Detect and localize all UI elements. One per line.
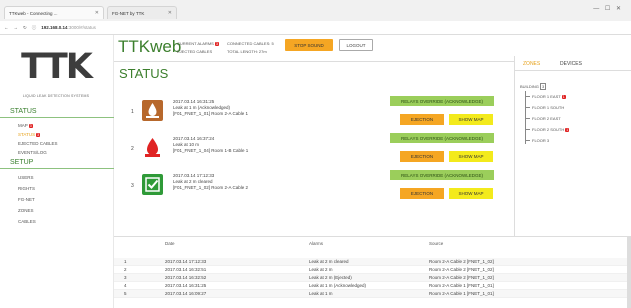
- alarm-badge: 1: [561, 95, 566, 99]
- tree-branch: [525, 129, 530, 130]
- page-title: STATUS: [119, 66, 169, 81]
- tree-item-floor[interactable]: FLOOR 2 EAST: [532, 116, 561, 121]
- zones-tabs: ZONES DEVICES: [515, 56, 631, 71]
- alarm-number: 1: [131, 109, 134, 115]
- sidebar-item-fgnet[interactable]: FG-NET: [18, 197, 35, 202]
- table-row[interactable]: 3 2017.03.14 16:32:52 Leak at 2 m (Ejected…: [114, 274, 631, 282]
- ejected-cables[interactable]: EJECTED CABLES: [177, 49, 212, 54]
- alarm-number: 3: [131, 183, 134, 189]
- back-icon[interactable]: ←: [4, 25, 9, 30]
- column-header-source[interactable]: Source: [429, 241, 443, 246]
- ejection-button[interactable]: EJECTION: [400, 188, 444, 199]
- log-scrollbar[interactable]: [627, 236, 631, 308]
- logout-button[interactable]: LOGOUT: [339, 39, 373, 51]
- address-bar: ← → ↻ ⓘ 192.168.0.14:3000/#/status ★ ▦ ⋮: [0, 21, 631, 257]
- show-map-button[interactable]: SHOW MAP: [449, 188, 493, 199]
- alarm-source: [F01_FNET_1_02] Room 2-A Cable 2: [173, 185, 249, 190]
- logo-subtitle: LIQUID LEAK DETECTION SYSTEMS: [22, 94, 90, 98]
- show-map-button[interactable]: SHOW MAP: [449, 151, 493, 162]
- reload-icon[interactable]: ↻: [23, 25, 27, 31]
- relays-override-button[interactable]: RELAYS OVERRIDE (ACKNOWLEDGE): [390, 133, 494, 143]
- alarm-row: 2 2017.03.14 16:37:24 Leak at 10 m [F01_…: [120, 131, 504, 167]
- alarm-badge: 3: [36, 133, 41, 137]
- table-row[interactable]: 4 2017.03.14 16:31:25 Leak at 1 m (Acknowl…: [114, 282, 631, 290]
- alarm-badge: 1: [565, 128, 570, 132]
- alarm-badge: 3: [214, 42, 219, 46]
- logo-text: TTK: [21, 47, 93, 87]
- sidebar-item-rights[interactable]: RIGHTS: [18, 186, 35, 191]
- tab-devices[interactable]: DEVICES: [560, 61, 582, 67]
- alarm-text: 2017.03.14 16:31:25 Leak at 1 m (Acknowl…: [173, 99, 248, 117]
- tree-item-floor[interactable]: FLOOR 2 SOUTH 1: [532, 127, 570, 132]
- url-path: :3000/#/status: [67, 25, 96, 30]
- relays-override-button[interactable]: RELAYS OVERRIDE (ACKNOWLEDGE): [390, 170, 494, 180]
- alarm-text: 2017.03.14 17:12:33 Leak at 2 m cleared …: [173, 173, 248, 191]
- sidebar-item-events-log[interactable]: EVENTS/LOG: [18, 150, 47, 155]
- leak-drop-icon: [142, 137, 163, 158]
- browser-tabbar: TTKweb - Connecting ... ✕ FG-NET by TTK …: [0, 0, 631, 21]
- zone-count: 3: [540, 83, 547, 90]
- browser-tab-2[interactable]: FG-NET by TTK ✕: [107, 6, 177, 19]
- setup-heading: SETUP: [0, 159, 114, 169]
- tree-branch: [525, 118, 530, 119]
- sidebar-item-users[interactable]: USERS: [18, 175, 34, 180]
- connected-cables: CONNECTED CABLES: 5: [227, 41, 274, 46]
- tree-item-floor[interactable]: FLOOR 1 SOUTH: [532, 105, 564, 110]
- alarm-text: 2017.03.14 16:37:24 Leak at 10 m [F01_FN…: [173, 136, 248, 154]
- url-field[interactable]: 192.168.0.14:3000/#/status: [41, 25, 96, 30]
- ejection-button[interactable]: EJECTION: [400, 151, 444, 162]
- table-row[interactable]: 2 2017.03.14 16:32:51 Leak at 2 m Room 2-A …: [114, 266, 631, 274]
- zones-panel: ZONES DEVICES BUILDING 3 FLOOR 1 EAST 1 F…: [514, 56, 631, 236]
- sidebar-item-zones[interactable]: ZONES: [18, 208, 34, 213]
- close-icon[interactable]: ✕: [168, 10, 172, 16]
- browser-window: TTKweb - Connecting ... ✕ FG-NET by TTK …: [0, 0, 631, 308]
- events-log-table: Date Alarms Source 1 2017.03.14 17:12:33 L…: [114, 236, 631, 308]
- tab-title: FG-NET by TTK: [112, 10, 145, 16]
- sidebar-item-map[interactable]: MAP 3: [18, 123, 33, 128]
- table-row[interactable]: 1 2017.03.14 17:12:33 Leak at 2 m cleared R…: [114, 258, 631, 266]
- sidebar-item-ejected-cables[interactable]: EJECTED CABLES: [18, 141, 58, 146]
- alarm-badge: 3: [28, 124, 33, 128]
- sidebar-item-cables[interactable]: CABLES: [18, 219, 36, 224]
- alarm-row: 3 2017.03.14 17:12:33 Leak at 2 m cleare…: [120, 168, 504, 204]
- current-alarms[interactable]: CURRENT ALARMS 3: [177, 41, 219, 46]
- alarm-source: [F01_FNET_1_01] Room 2-A Cable 1: [173, 111, 249, 116]
- relays-override-button[interactable]: RELAYS OVERRIDE (ACKNOWLEDGE): [390, 96, 494, 106]
- alarm-source: [F01_FNET_1_04] Room 1-B Cable 1: [173, 148, 249, 153]
- close-icon[interactable]: ✕: [95, 10, 99, 16]
- total-length: TOTAL LENGTH: 27m: [227, 49, 267, 54]
- tree-root-building[interactable]: BUILDING 3: [520, 83, 547, 90]
- tree-branch: [525, 107, 530, 108]
- tab-zones[interactable]: ZONES: [523, 61, 540, 67]
- forward-icon[interactable]: →: [14, 25, 19, 30]
- tree-branch: [525, 140, 530, 141]
- ejection-button[interactable]: EJECTION: [400, 114, 444, 125]
- table-row[interactable]: 5 2017.03.14 16:09:27 Leak at 1 m Room 2-A …: [114, 290, 631, 298]
- show-map-button[interactable]: SHOW MAP: [449, 114, 493, 125]
- column-header-alarms[interactable]: Alarms: [309, 241, 323, 246]
- stop-sound-button[interactable]: STOP SOUND: [285, 39, 333, 51]
- tree-item-floor[interactable]: FLOOR 3: [532, 138, 549, 143]
- column-header-date[interactable]: Date: [165, 241, 175, 246]
- tab-title: TTKweb - Connecting ...: [9, 10, 58, 16]
- sidebar-item-status[interactable]: STATUS 3: [18, 132, 41, 137]
- status-heading: STATUS: [0, 108, 114, 118]
- alarm-number: 2: [131, 146, 134, 152]
- browser-tab-1[interactable]: TTKweb - Connecting ... ✕: [4, 6, 104, 19]
- url-host: 192.168.0.14: [41, 25, 68, 30]
- sidebar: TTK LIQUID LEAK DETECTION SYSTEMS STATUS…: [0, 35, 114, 308]
- alarm-row: 1 2017.03.14 16:31:25 Leak at 1 m (Ackno…: [120, 94, 504, 130]
- window-controls[interactable]: — ☐ ✕: [593, 5, 623, 12]
- check-icon: [142, 174, 163, 195]
- info-icon[interactable]: ⓘ: [32, 25, 37, 31]
- brand-title: TTKweb: [118, 37, 182, 56]
- leak-drop-icon: [142, 100, 163, 121]
- tree-branch: [525, 96, 530, 97]
- tree-item-floor[interactable]: FLOOR 1 EAST 1: [532, 94, 566, 99]
